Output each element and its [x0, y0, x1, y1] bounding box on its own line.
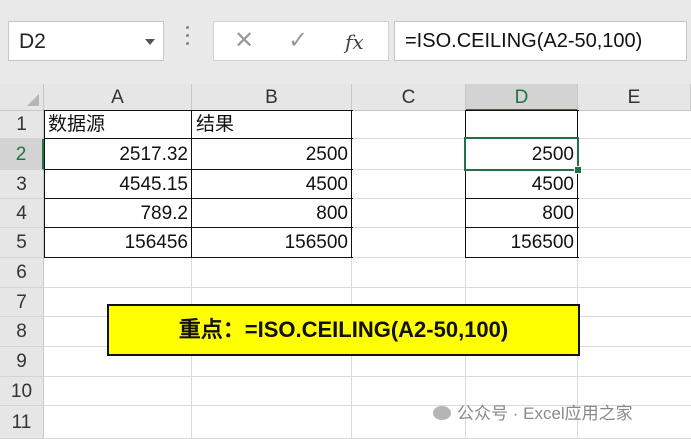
cell-b2[interactable]: 2500 — [192, 139, 352, 170]
cell-border — [466, 227, 579, 228]
cell-b1[interactable]: 结果 — [192, 111, 352, 139]
column-header-d[interactable]: D — [466, 84, 578, 111]
gridline — [44, 287, 691, 288]
name-box[interactable]: D2 — [8, 21, 164, 61]
formula-input[interactable]: =ISO.CEILING(A2-50,100) — [394, 21, 687, 61]
cell-border — [191, 110, 192, 258]
cell-border — [44, 110, 353, 111]
formula-text: =ISO.CEILING(A2-50,100) — [405, 30, 643, 52]
cancel-icon[interactable]: ✕ — [234, 27, 254, 55]
cell-a3[interactable]: 4545.15 — [44, 170, 192, 199]
row-header-1[interactable]: 1 — [0, 111, 44, 139]
cell-border — [466, 198, 579, 199]
cell-border — [351, 110, 352, 258]
row-header-5[interactable]: 5 — [0, 228, 44, 258]
enter-icon[interactable]: ✓ — [288, 27, 308, 55]
row-header-4[interactable]: 4 — [0, 199, 44, 228]
watermark-text: 公众号 · Excel应用之家 — [457, 404, 633, 423]
cell-a1[interactable]: 数据源 — [44, 111, 192, 139]
column-header-c[interactable]: C — [352, 84, 466, 111]
grip-dots-icon — [186, 26, 190, 50]
watermark: 公众号 · Excel应用之家 — [433, 399, 633, 424]
column-header-e[interactable]: E — [578, 84, 691, 111]
cell-d5[interactable]: 156500 — [466, 228, 578, 258]
cell-border — [577, 110, 578, 258]
name-box-value: D2 — [19, 30, 46, 53]
cell-b3[interactable]: 4500 — [192, 170, 352, 199]
cell-border — [44, 138, 353, 139]
formula-buttons: ✕ ✓ fx — [213, 21, 389, 61]
fill-handle[interactable] — [574, 166, 582, 174]
cell-border — [44, 198, 353, 199]
insert-function-button[interactable]: fx — [345, 28, 364, 56]
cell-a5[interactable]: 156456 — [44, 228, 192, 258]
formula-bar: D2 ✕ ✓ fx =ISO.CEILING(A2-50,100) — [0, 0, 691, 85]
row-header-9[interactable]: 9 — [0, 347, 44, 377]
row-header-8[interactable]: 8 — [0, 317, 44, 347]
column-header-a[interactable]: A — [44, 84, 192, 111]
cell-a4[interactable]: 789.2 — [44, 199, 192, 228]
row-header-3[interactable]: 3 — [0, 170, 44, 199]
column-header-b[interactable]: B — [192, 84, 352, 111]
row-header-7[interactable]: 7 — [0, 288, 44, 317]
select-all-button[interactable] — [0, 84, 44, 111]
cell-a2[interactable]: 2517.32 — [44, 139, 192, 170]
cell-d4[interactable]: 800 — [466, 199, 578, 228]
cell-border — [44, 110, 45, 258]
cell-border — [465, 110, 466, 258]
cell-border — [466, 110, 579, 111]
row-header-2[interactable]: 2 — [0, 139, 44, 170]
cell-border — [44, 257, 353, 258]
spreadsheet-grid: A B C D E 1 2 3 4 5 6 7 8 9 10 11 数据源 结果 2517.32 2500 4545.1… — [0, 84, 691, 439]
gridline — [44, 376, 691, 377]
cell-border — [44, 227, 353, 228]
row-header-10[interactable]: 10 — [0, 377, 44, 406]
cell-border — [466, 257, 579, 258]
cell-border — [44, 169, 353, 170]
row-header-6[interactable]: 6 — [0, 258, 44, 288]
formula-callout: 重点：=ISO.CEILING(A2-50,100) — [107, 304, 580, 356]
row-header-11[interactable]: 11 — [0, 406, 44, 439]
cell-b4[interactable]: 800 — [192, 199, 352, 228]
cell-d3[interactable]: 4500 — [466, 170, 578, 199]
cell-b5[interactable]: 156500 — [192, 228, 352, 258]
selected-cell-outline — [464, 137, 579, 171]
chevron-down-icon[interactable] — [145, 39, 155, 45]
wechat-icon — [433, 406, 451, 420]
